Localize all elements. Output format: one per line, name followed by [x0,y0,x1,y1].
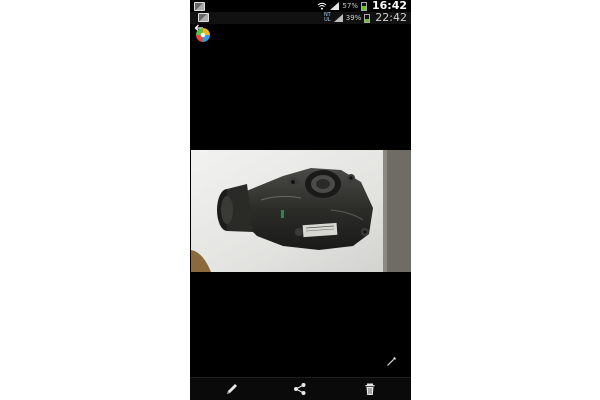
signal-icon [333,14,343,22]
status-bar-bottom-right: NT UL 39% 22:42 [324,12,407,24]
photo-of-differential[interactable] [191,150,411,272]
wifi-icon [318,2,327,10]
delete-trash-icon[interactable] [363,382,377,396]
image-notification-icon [194,2,205,11]
phone-screen: 57% 16:42 NT UL 39% 22:42 [190,0,411,400]
bottom-toolbar [190,377,411,400]
network-type-icon: NT UL [324,13,331,23]
battery-percent: 39% [345,14,362,22]
clock: 22:42 [375,11,407,24]
battery-icon [364,13,371,23]
battery-level-fill [361,5,366,10]
gallery-app-icon[interactable] [195,27,211,43]
battery-level-fill [365,18,370,22]
edit-pencil-icon[interactable] [225,382,239,396]
battery-icon [360,1,367,11]
image-notification-icon [198,13,209,22]
network-label-bottom: UL [324,17,331,23]
magic-wand-icon[interactable] [386,356,397,367]
signal-icon [330,2,340,10]
differential-image [191,150,411,272]
status-bar-bottom: NT UL 39% 22:42 [190,12,411,24]
share-icon[interactable] [293,382,307,396]
battery-percent: 57% [342,2,358,10]
